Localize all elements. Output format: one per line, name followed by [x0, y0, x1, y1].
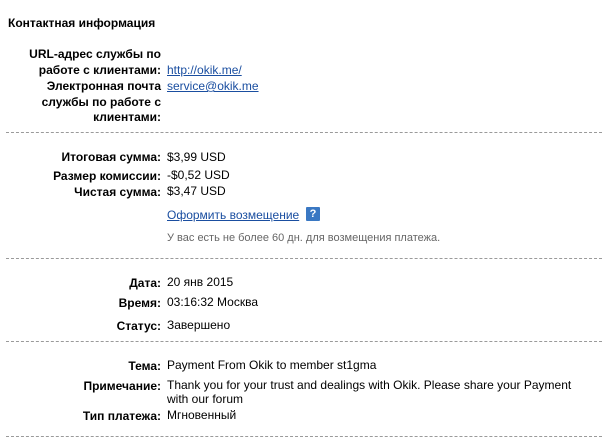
total-amount-value: $3,99 USD — [167, 150, 226, 164]
net-amount-value: $3,47 USD — [167, 184, 226, 198]
divider — [6, 436, 602, 437]
service-email-label-line1: Электронная почта — [46, 79, 161, 93]
date-value: 20 янв 2015 — [167, 275, 234, 289]
time-value: 03:16:32 Москва — [167, 295, 259, 309]
status-value: Завершено — [167, 318, 231, 332]
note-value-line2: with our forum — [167, 392, 244, 406]
service-email-label-line3: клиентами: — [93, 110, 161, 124]
divider — [6, 132, 602, 133]
fee-label: Размер комиссии: — [53, 169, 161, 183]
refund-link[interactable]: Оформить возмещение — [167, 208, 299, 222]
time-label: Время: — [118, 296, 161, 310]
status-label: Статус: — [116, 319, 161, 333]
fee-value: -$0,52 USD — [167, 168, 230, 182]
subject-label: Тема: — [128, 359, 161, 373]
total-amount-label: Итоговая сумма: — [61, 150, 161, 164]
section-title: Контактная информация — [8, 16, 156, 30]
note-label: Примечание: — [83, 379, 161, 393]
service-url-label-line2: работе с клиентами: — [38, 63, 161, 77]
help-icon[interactable]: ? — [306, 207, 320, 221]
net-amount-label: Чистая сумма: — [74, 185, 161, 199]
date-label: Дата: — [129, 276, 161, 290]
service-email-link[interactable]: service@okik.me — [167, 79, 259, 93]
service-url-link[interactable]: http://okik.me/ — [167, 63, 242, 77]
refund-note: У вас есть не более 60 дн. для возмещени… — [167, 232, 441, 244]
service-email-label-line2: службы по работе с — [41, 95, 161, 109]
service-url-label-line1: URL-адрес службы по — [29, 47, 161, 61]
payment-type-value: Мгновенный — [167, 408, 237, 422]
subject-value: Payment From Okik to member st1gma — [167, 358, 377, 372]
divider — [6, 341, 602, 342]
divider — [6, 258, 602, 259]
note-value-line1: Thank you for your trust and dealings wi… — [167, 378, 572, 392]
payment-type-label: Тип платежа: — [82, 409, 161, 423]
